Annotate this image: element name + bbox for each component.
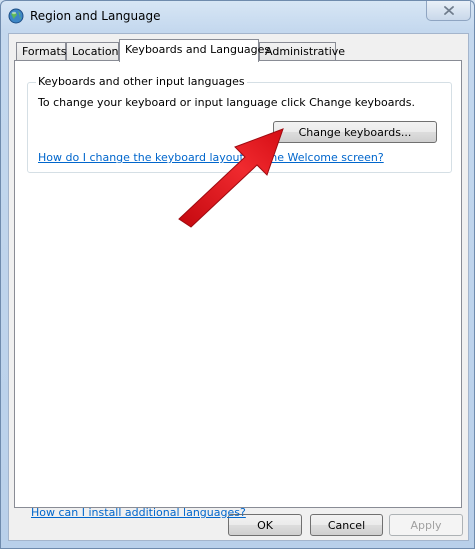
- tab-label: Administrative: [265, 45, 346, 58]
- window-title: Region and Language: [30, 9, 161, 23]
- tab-location[interactable]: Location: [66, 42, 119, 61]
- change-keyboards-button[interactable]: Change keyboards...: [273, 121, 437, 143]
- tab-label: Formats: [22, 45, 67, 58]
- globe-icon: [8, 8, 24, 24]
- button-label: Cancel: [327, 518, 366, 532]
- install-languages-link[interactable]: How can I install additional languages?: [31, 506, 246, 519]
- group-title: Keyboards and other input languages: [36, 75, 247, 88]
- region-language-window: Region and Language Formats Location Key…: [0, 0, 475, 549]
- tab-keyboards-and-languages[interactable]: Keyboards and Languages: [119, 39, 270, 62]
- button-label: Change keyboards...: [298, 125, 412, 139]
- tab-label: Location: [72, 45, 119, 58]
- button-label: Apply: [410, 518, 442, 532]
- tab-strip: Formats Location Keyboards and Languages…: [14, 39, 464, 62]
- tab-formats[interactable]: Formats: [16, 42, 67, 61]
- keyboards-group: Keyboards and other input languages To c…: [27, 75, 452, 173]
- tab-administrative[interactable]: Administrative: [259, 42, 345, 61]
- dialog-client-area: Formats Location Keyboards and Languages…: [8, 33, 469, 541]
- welcome-screen-keyboard-link[interactable]: How do I change the keyboard layout for …: [38, 151, 384, 164]
- cancel-button[interactable]: Cancel: [310, 514, 383, 536]
- button-label: OK: [257, 518, 273, 532]
- group-description: To change your keyboard or input languag…: [38, 96, 415, 109]
- title-bar[interactable]: Region and Language: [1, 1, 474, 31]
- close-icon: [443, 6, 454, 15]
- tab-panel: Keyboards and other input languages To c…: [14, 60, 462, 519]
- apply-button[interactable]: Apply: [389, 514, 463, 536]
- close-button[interactable]: [426, 1, 471, 21]
- tab-label: Keyboards and Languages: [125, 43, 271, 56]
